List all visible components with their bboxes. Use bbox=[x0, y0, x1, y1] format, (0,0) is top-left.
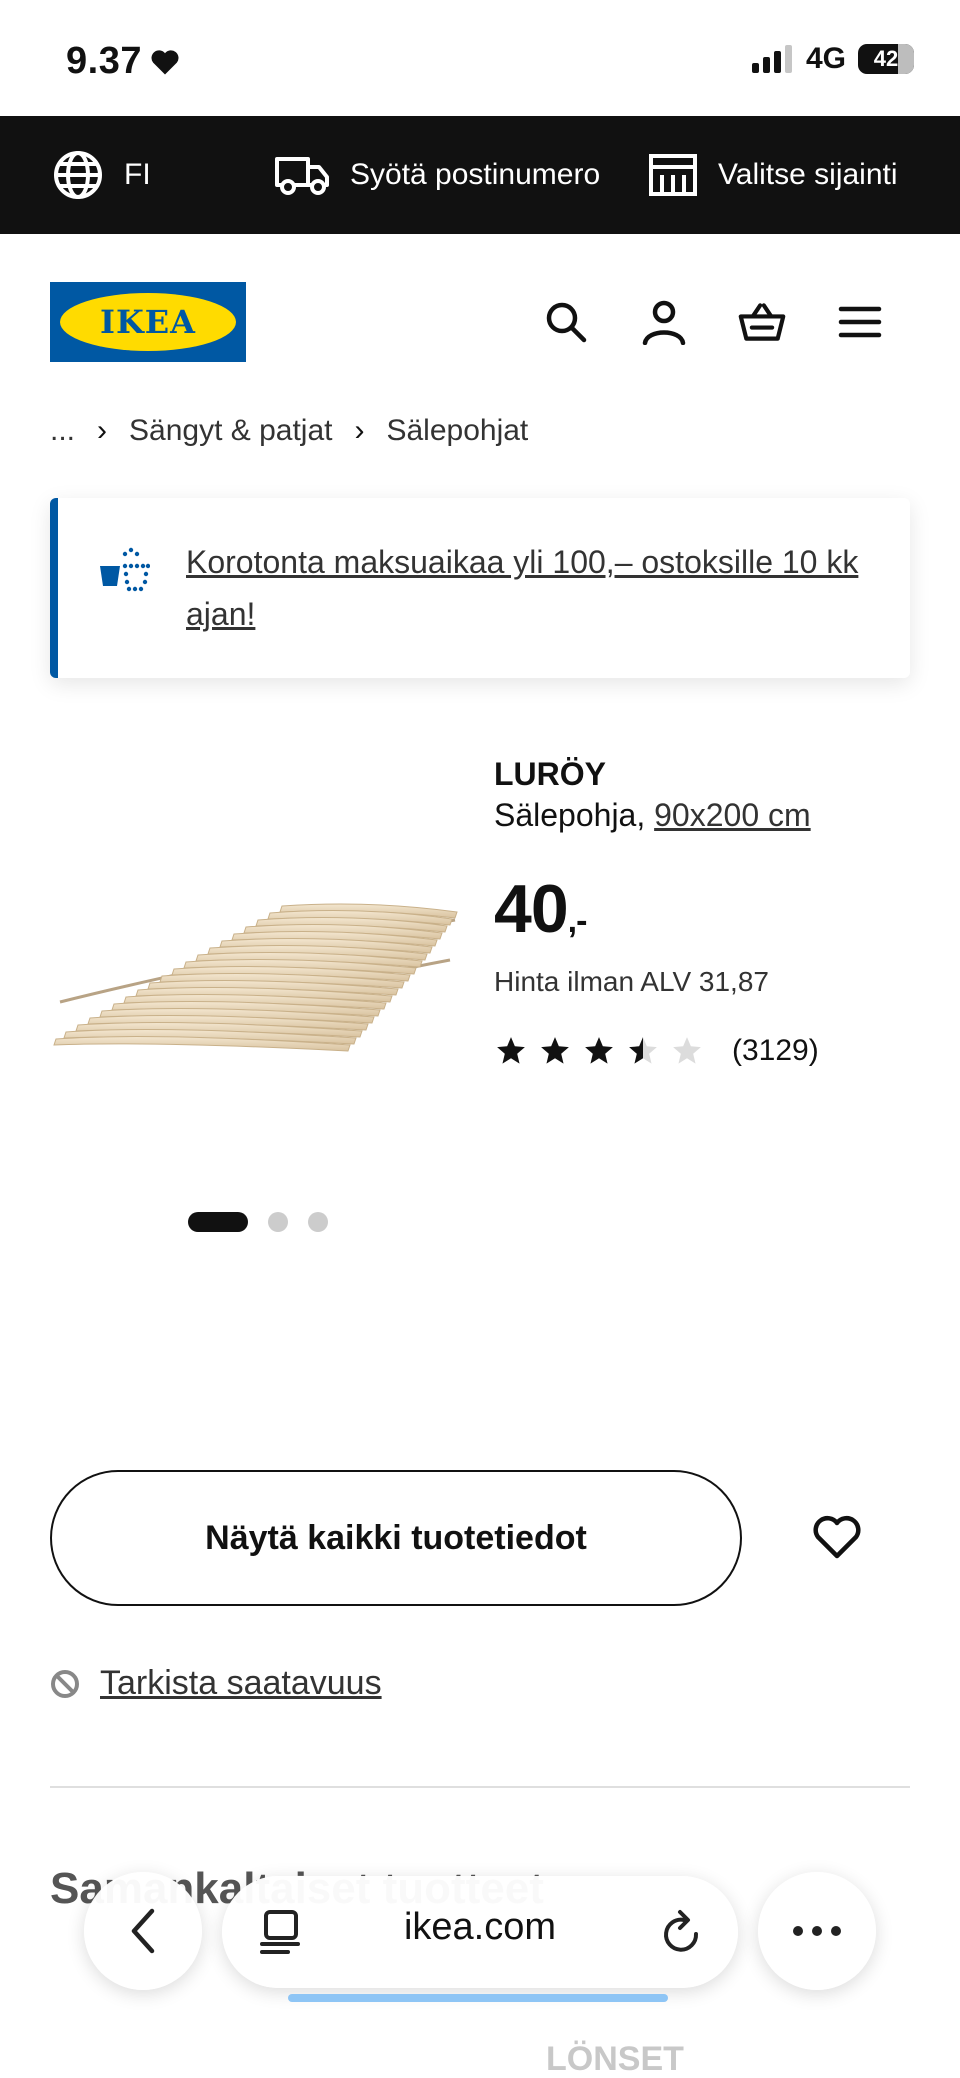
star-icon bbox=[585, 1037, 613, 1064]
account-icon[interactable] bbox=[640, 298, 688, 346]
product-price: 40,- bbox=[494, 870, 934, 948]
logo-text: IKEA bbox=[100, 303, 196, 341]
battery-level: 42 bbox=[873, 46, 899, 71]
star-icon bbox=[541, 1037, 569, 1064]
breadcrumb-ellipsis[interactable]: ... bbox=[50, 414, 75, 448]
battery-icon: 42 bbox=[858, 44, 914, 74]
check-availability[interactable]: Tarkista saatavuus bbox=[50, 1664, 382, 1703]
network-type: 4G bbox=[805, 42, 846, 75]
star-icon bbox=[497, 1037, 525, 1064]
ikea-logo[interactable]: IKEA bbox=[50, 282, 246, 362]
reload-icon[interactable] bbox=[660, 1908, 704, 1961]
store-label: Valitse sijainti bbox=[718, 158, 898, 191]
review-count: (3129) bbox=[732, 1034, 819, 1067]
browser-toolbar: ikea.com bbox=[0, 1870, 960, 2002]
section-divider bbox=[50, 1786, 910, 1788]
price-value: 40 bbox=[494, 871, 569, 947]
status-indicators: 4G 42 bbox=[751, 42, 914, 76]
promo-link[interactable]: Korotonta maksuaikaa yli 100,– ostoksill… bbox=[186, 536, 896, 640]
status-time-text: 9.37 bbox=[66, 40, 142, 82]
star-icon bbox=[673, 1037, 701, 1064]
logo-oval: IKEA bbox=[60, 293, 236, 351]
browser-more-button[interactable] bbox=[758, 1872, 876, 1990]
status-bar: 9.37 4G 42 bbox=[0, 0, 960, 116]
chevron-right-icon: › bbox=[97, 414, 108, 447]
check-availability-link[interactable]: Tarkista saatavuus bbox=[100, 1664, 382, 1703]
truck-icon bbox=[275, 157, 329, 195]
browser-back-button[interactable] bbox=[84, 1872, 202, 1990]
store-icon bbox=[649, 154, 697, 196]
postcode-selector[interactable]: Syötä postinumero bbox=[274, 116, 600, 234]
product-description: Sälepohja, 90x200 cm bbox=[494, 797, 934, 834]
installment-basket-icon bbox=[98, 546, 151, 597]
favorite-heart-icon[interactable] bbox=[812, 1514, 872, 1564]
rating-stars bbox=[494, 1035, 704, 1067]
store-selector[interactable]: Valitse sijainti bbox=[648, 116, 898, 234]
search-icon[interactable] bbox=[542, 298, 590, 346]
browser-address-bar[interactable]: ikea.com bbox=[222, 1876, 738, 2002]
postcode-label: Syötä postinumero bbox=[350, 158, 601, 191]
carousel-dot[interactable] bbox=[308, 1212, 328, 1232]
promo-banner[interactable]: Korotonta maksuaikaa yli 100,– ostoksill… bbox=[50, 498, 910, 678]
more-dots-icon bbox=[793, 1926, 841, 1936]
product-type: Sälepohja, bbox=[494, 797, 646, 833]
product-size-link[interactable]: 90x200 cm bbox=[654, 797, 811, 833]
star-icon bbox=[629, 1037, 657, 1064]
top-utility-bar: FI Syötä postinumero Valitse sijainti bbox=[0, 116, 960, 234]
slatted-base-illustration bbox=[53, 903, 458, 1052]
breadcrumb: ... › Sängyt & patjat › Sälepohjat bbox=[50, 414, 528, 448]
product-image[interactable] bbox=[50, 730, 470, 1130]
product-info: LURÖY Sälepohja, 90x200 cm 40,- Hinta il… bbox=[494, 756, 934, 1068]
image-carousel-dots bbox=[188, 1212, 328, 1232]
signal-icon bbox=[751, 45, 792, 73]
language-selector[interactable]: FI bbox=[52, 116, 151, 234]
price-suffix: ,- bbox=[567, 902, 588, 940]
chevron-left-icon bbox=[131, 1908, 155, 1954]
show-product-details-button[interactable]: Näytä kaikki tuotetiedot bbox=[50, 1470, 742, 1606]
heart-icon bbox=[151, 49, 179, 74]
language-label: FI bbox=[124, 158, 151, 191]
site-header: IKEA bbox=[0, 234, 960, 410]
product-rating[interactable]: (3129) bbox=[494, 1034, 934, 1068]
status-time: 9.37 bbox=[66, 40, 180, 83]
basket-icon[interactable] bbox=[738, 298, 786, 346]
breadcrumb-item-beds[interactable]: Sängyt & patjat bbox=[129, 414, 332, 448]
similar-product-peek-name: LÖNSET bbox=[546, 2040, 684, 2078]
product-name: LURÖY bbox=[494, 756, 606, 792]
show-product-details-label: Näytä kaikki tuotetiedot bbox=[205, 1518, 587, 1557]
breadcrumb-item-slatted-bases[interactable]: Sälepohjat bbox=[386, 414, 528, 448]
carousel-dot[interactable] bbox=[268, 1212, 288, 1232]
page-load-progress bbox=[288, 1994, 668, 2002]
unavailable-icon bbox=[51, 1669, 79, 1698]
globe-icon bbox=[54, 151, 102, 199]
chevron-right-icon: › bbox=[354, 414, 365, 447]
menu-icon[interactable] bbox=[836, 298, 884, 346]
price-without-vat: Hinta ilman ALV 31,87 bbox=[494, 966, 769, 997]
carousel-dot[interactable] bbox=[188, 1212, 248, 1232]
